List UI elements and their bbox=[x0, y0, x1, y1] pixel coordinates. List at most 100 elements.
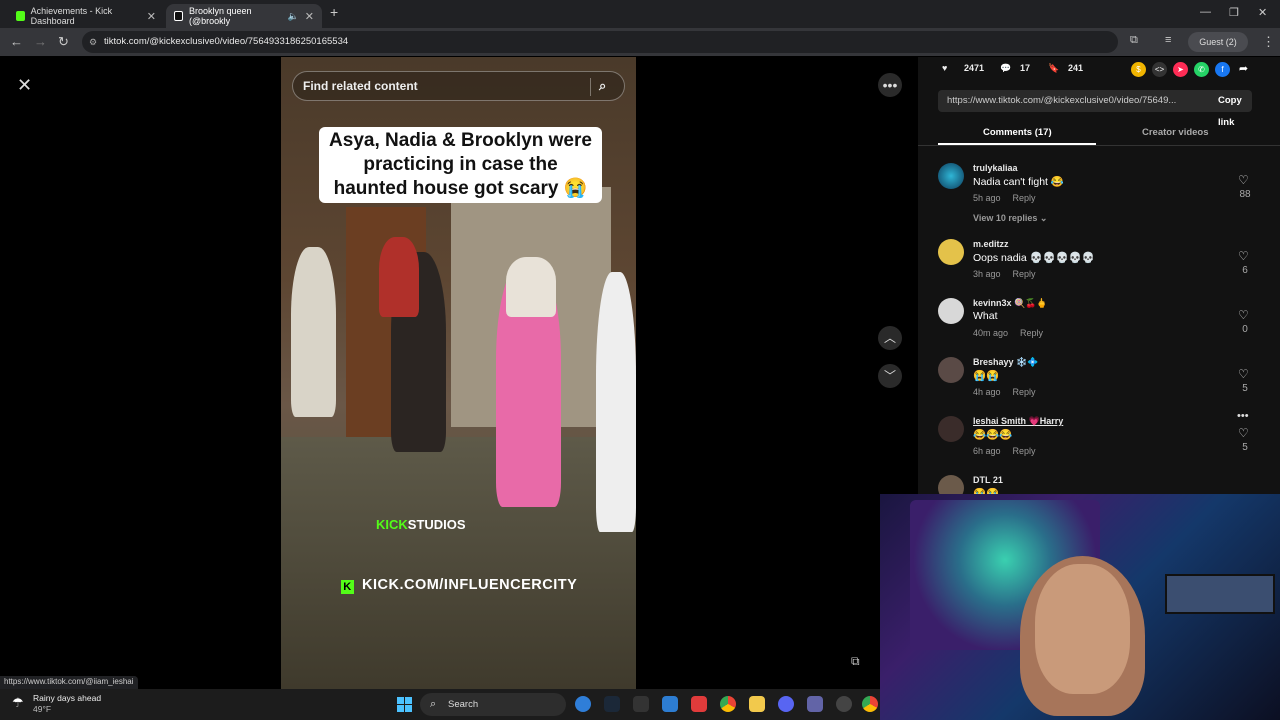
comment-text: 😭😭 bbox=[973, 370, 1000, 382]
comment-icon[interactable]: 💬 bbox=[1000, 63, 1011, 74]
media-controls-icon[interactable]: ≡ bbox=[1165, 34, 1171, 46]
install-app-icon[interactable]: ⧉ bbox=[1130, 34, 1138, 47]
comment-meta: 4h ago Reply bbox=[973, 387, 1036, 397]
comment-like-count: 5 bbox=[1242, 383, 1248, 394]
epic-games-icon[interactable] bbox=[633, 696, 649, 712]
tab-tiktok-video[interactable]: Brooklyn queen (@brookly 🔈 ✕ bbox=[166, 4, 322, 28]
comment-username[interactable]: Ieshai Smith 💗Harry bbox=[973, 416, 1063, 427]
weather-widget[interactable]: Rainy days ahead 49°F bbox=[33, 693, 101, 715]
share-link-field[interactable]: https://www.tiktok.com/@kickexclusive0/v… bbox=[938, 90, 1252, 128]
close-icon[interactable]: ✕ bbox=[147, 10, 156, 23]
comment-time: 4h ago bbox=[973, 387, 1001, 397]
steam-icon[interactable] bbox=[604, 696, 620, 712]
reply-button[interactable]: Reply bbox=[1013, 446, 1036, 456]
search-icon[interactable]: ⌕ bbox=[599, 72, 606, 100]
picture-in-picture-icon[interactable]: ⧉ bbox=[851, 654, 860, 669]
comment-like-count: 5 bbox=[1242, 442, 1248, 453]
close-video-icon[interactable]: ✕ bbox=[17, 75, 32, 96]
taskbar-search[interactable]: ⌕ Search bbox=[420, 693, 566, 716]
avatar[interactable] bbox=[938, 239, 964, 265]
app-icon[interactable] bbox=[836, 696, 852, 712]
tab-kick-dashboard[interactable]: Achievements - Kick Dashboard ✕ bbox=[8, 4, 164, 28]
heart-outline-icon[interactable]: ♡ bbox=[1238, 249, 1249, 263]
comment-username[interactable]: kevinn3x 🍭🍒🖕 bbox=[973, 298, 1048, 309]
discord-icon[interactable] bbox=[778, 696, 794, 712]
comment-username[interactable]: trulykaliaa bbox=[973, 163, 1018, 173]
comment-time: 40m ago bbox=[973, 328, 1009, 338]
share-arrow-icon[interactable]: ➦ bbox=[1236, 62, 1251, 77]
comment-username[interactable]: m.editzz bbox=[973, 239, 1009, 249]
view-replies-button[interactable]: View 10 replies ⌄ bbox=[973, 213, 1047, 224]
avatar[interactable] bbox=[938, 357, 964, 383]
comment-like-count: 6 bbox=[1242, 265, 1248, 276]
chevron-up-icon[interactable]: ︿ bbox=[878, 326, 902, 350]
heart-outline-icon[interactable]: ♡ bbox=[1238, 367, 1249, 381]
close-icon[interactable]: ✕ bbox=[305, 10, 314, 23]
repost-icon[interactable]: ➤ bbox=[1173, 62, 1188, 77]
new-tab-button[interactable]: + bbox=[330, 4, 338, 20]
heart-outline-icon[interactable]: ♡ bbox=[1238, 308, 1249, 322]
windows-start-icon[interactable] bbox=[397, 697, 412, 712]
chevron-down-icon[interactable]: ﹀ bbox=[878, 364, 902, 388]
tiktok-icon bbox=[174, 11, 183, 21]
copy-link-button[interactable]: Copy link bbox=[1218, 90, 1252, 134]
app-icon[interactable] bbox=[691, 696, 707, 712]
heart-outline-icon[interactable]: ♡ bbox=[1238, 173, 1249, 187]
profile-label: Guest (2) bbox=[1199, 37, 1237, 47]
find-related-search[interactable]: Find related content ⌕ bbox=[292, 71, 625, 101]
comment-item: m.editzz Oops nadia 💀💀💀💀💀 3h ago Reply ♡ … bbox=[938, 239, 1268, 297]
forward-arrow-icon[interactable]: → bbox=[34, 34, 47, 49]
maximize-button[interactable]: ❐ bbox=[1229, 6, 1239, 19]
save-count: 241 bbox=[1068, 63, 1084, 73]
menu-kebab-icon[interactable]: ⋮ bbox=[1262, 34, 1275, 50]
kick-logo-icon: K bbox=[341, 580, 354, 594]
profile-button[interactable]: Guest (2) bbox=[1188, 32, 1248, 52]
reply-button[interactable]: Reply bbox=[1020, 328, 1043, 338]
weather-title: Rainy days ahead bbox=[33, 693, 102, 703]
chrome-icon[interactable] bbox=[862, 696, 878, 712]
comment-item: Breshayy ❄️💠 😭😭 4h ago Reply ♡ 5 bbox=[938, 357, 1268, 415]
avatar[interactable] bbox=[938, 475, 964, 495]
avatar[interactable] bbox=[938, 298, 964, 324]
chrome-icon[interactable] bbox=[720, 696, 736, 712]
back-arrow-icon[interactable]: ← bbox=[10, 34, 23, 49]
comment-count: 17 bbox=[1020, 63, 1031, 73]
reload-icon[interactable]: ↻ bbox=[58, 34, 69, 50]
like-heart-icon[interactable]: ♥ bbox=[942, 63, 947, 73]
reply-button[interactable]: Reply bbox=[1013, 193, 1036, 203]
teams-icon[interactable] bbox=[807, 696, 823, 712]
address-bar-row: ← → ↻ ⚙ tiktok.com/@kickexclusive0/video… bbox=[0, 28, 1280, 56]
more-options-icon[interactable]: ••• bbox=[1237, 410, 1249, 422]
kick-icon bbox=[16, 11, 25, 21]
site-info-icon[interactable]: ⚙ bbox=[89, 31, 97, 53]
avatar[interactable] bbox=[938, 163, 964, 189]
comment-text: 😂😂😂 bbox=[973, 429, 1013, 441]
streamer-face bbox=[1035, 564, 1130, 694]
avatar[interactable] bbox=[938, 416, 964, 442]
more-options-icon[interactable]: ••• bbox=[878, 73, 902, 97]
embed-icon[interactable]: <> bbox=[1152, 62, 1167, 77]
url-input[interactable]: ⚙ tiktok.com/@kickexclusive0/video/75649… bbox=[82, 31, 1118, 53]
like-count: 2471 bbox=[964, 63, 985, 73]
comment-username[interactable]: Breshayy ❄️💠 bbox=[973, 357, 1038, 368]
reply-button[interactable]: Reply bbox=[1013, 387, 1036, 397]
heart-outline-icon[interactable]: ♡ bbox=[1238, 426, 1249, 440]
tab-creator-videos[interactable]: Creator videos bbox=[1142, 127, 1209, 138]
video-player[interactable]: Find related content ⌕ Asya, Nadia & Bro… bbox=[281, 57, 636, 689]
rain-weather-icon: ☂ bbox=[12, 695, 24, 710]
tab-comments[interactable]: Comments (17) bbox=[983, 127, 1052, 138]
facebook-icon[interactable]: f bbox=[1215, 62, 1230, 77]
comment-meta: 3h ago Reply bbox=[973, 269, 1036, 279]
close-window-button[interactable]: ✕ bbox=[1258, 6, 1267, 19]
minimize-button[interactable]: — bbox=[1200, 6, 1211, 18]
comment-username[interactable]: DTL 21 bbox=[973, 475, 1003, 485]
bookmark-icon[interactable]: 🔖 bbox=[1048, 63, 1059, 74]
floor bbox=[281, 437, 636, 689]
whatsapp-icon[interactable]: ✆ bbox=[1194, 62, 1209, 77]
speaker-icon[interactable]: 🔈 bbox=[288, 11, 299, 22]
edge-icon[interactable] bbox=[575, 696, 591, 712]
reply-button[interactable]: Reply bbox=[1013, 269, 1036, 279]
coin-share-icon[interactable]: $ bbox=[1131, 62, 1146, 77]
store-icon[interactable] bbox=[662, 696, 678, 712]
file-explorer-icon[interactable] bbox=[749, 696, 765, 712]
